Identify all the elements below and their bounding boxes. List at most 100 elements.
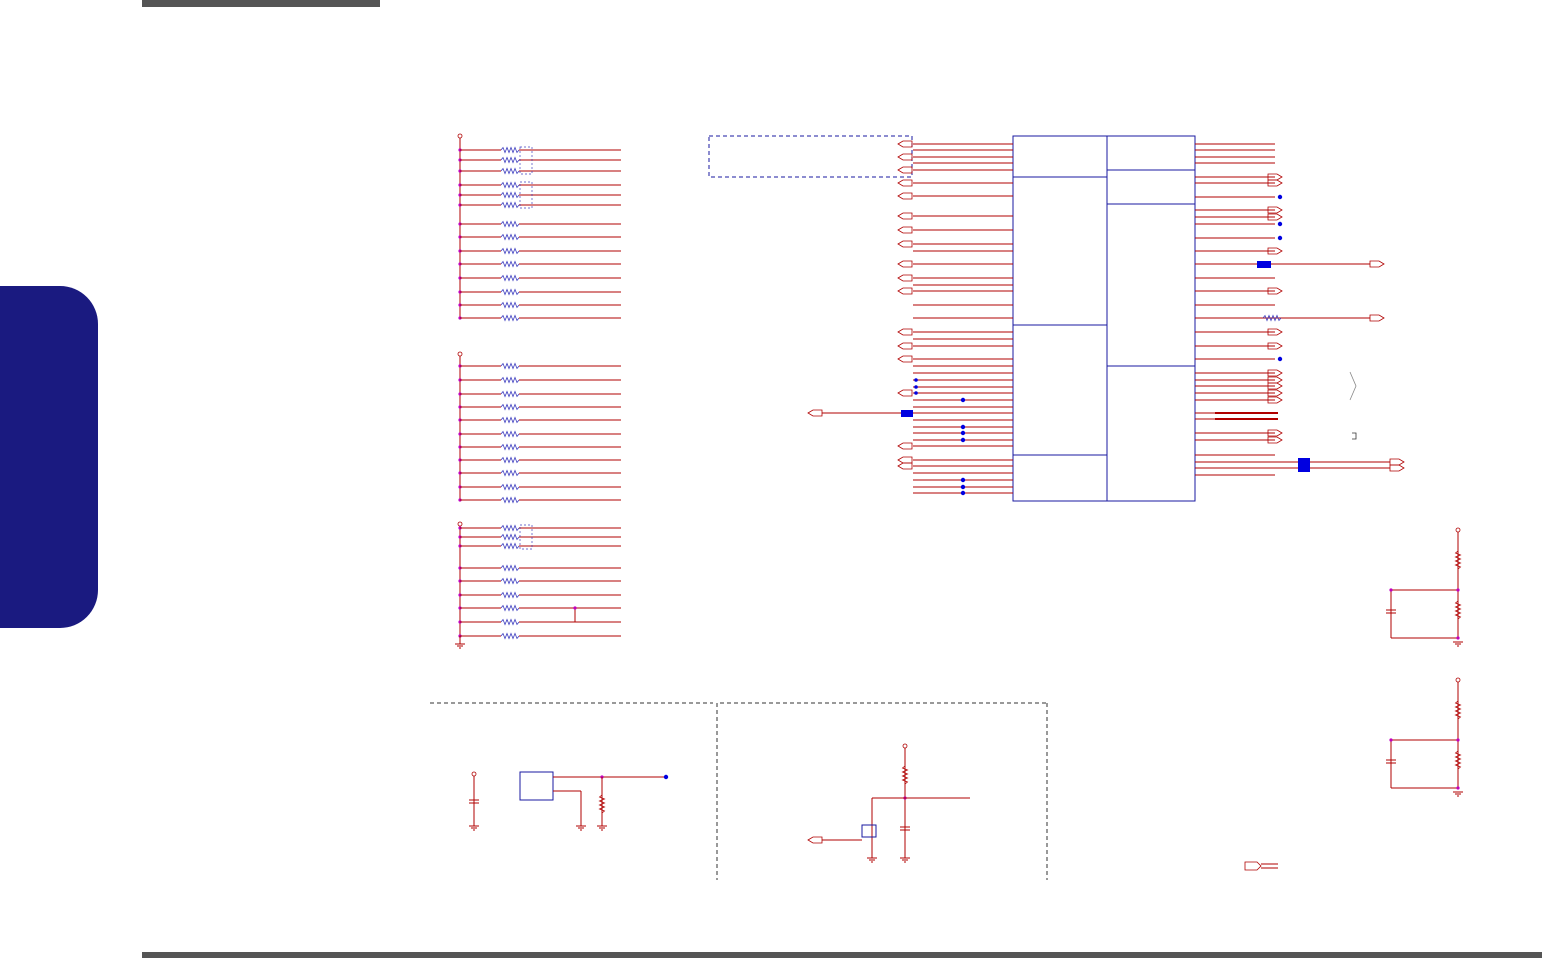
resistor: [1454, 750, 1462, 770]
power-pin: [457, 521, 463, 527]
resistor: [500, 167, 520, 175]
resistor: [500, 496, 520, 504]
mosfet-symbol: [861, 824, 877, 838]
net-flag: [897, 260, 913, 268]
resistor: [500, 416, 520, 424]
junction-dot: [573, 606, 577, 610]
resistor: [500, 233, 520, 241]
resistor: [500, 376, 520, 384]
resistor: [500, 288, 520, 296]
net-flag: [1389, 464, 1405, 472]
junction-dot: [960, 484, 966, 490]
net-flag: [897, 462, 913, 470]
net-flag: [897, 140, 913, 148]
voltage-regulator-section: [430, 702, 718, 880]
ic-body: [1012, 135, 1196, 502]
resistor: [500, 247, 520, 255]
net-flag: [897, 240, 913, 248]
resistor: [500, 469, 520, 477]
resistor: [500, 618, 520, 626]
resistor: [500, 314, 520, 322]
power-pin: [471, 771, 477, 777]
junction-dot: [1456, 636, 1460, 640]
power-pin: [902, 743, 908, 749]
net-flag: [807, 836, 823, 844]
net-flag: [1389, 458, 1405, 466]
mosfet-switch-section: [720, 702, 1048, 880]
resistor: [500, 577, 520, 585]
resistor: [500, 181, 520, 189]
resistor: [500, 456, 520, 464]
resistor: [500, 604, 520, 612]
net-flag: [897, 442, 913, 450]
net-flag: [807, 409, 823, 417]
junction-dot: [960, 424, 966, 430]
regulator-ic: [519, 771, 554, 801]
resistor: [500, 191, 520, 199]
junction-dot: [914, 378, 918, 382]
resistor: [500, 156, 520, 164]
junction-dot: [960, 397, 966, 403]
resistor: [500, 564, 520, 572]
pull-up-resistor-bank-2: [457, 351, 621, 504]
resistor: [500, 591, 520, 599]
resistor: [500, 483, 520, 491]
net-flag: [897, 166, 913, 174]
pull-up-resistor-bank-1: [457, 133, 621, 322]
schematic-diagram: [430, 133, 1463, 880]
net-flag: [1369, 260, 1385, 268]
net-flag: [1369, 314, 1385, 322]
junction-dot: [1456, 738, 1460, 742]
resistor: [500, 301, 520, 309]
net-flag: [897, 287, 913, 295]
resistor: [500, 274, 520, 282]
power-pin: [457, 351, 463, 357]
resistor: [500, 146, 520, 154]
net-flag: [897, 226, 913, 234]
junction-dot: [914, 385, 918, 389]
resistor: [500, 632, 520, 640]
pull-up-resistor-bank-3: [455, 521, 621, 649]
junction-dot: [960, 477, 966, 483]
net-flag: [897, 456, 913, 464]
net-flag: [897, 212, 913, 220]
resistor: [500, 362, 520, 370]
dashed-group: [708, 135, 913, 178]
resistor: [1262, 314, 1282, 322]
resistor: [901, 765, 909, 785]
junction-dot: [960, 430, 966, 436]
junction-dot: [663, 774, 669, 780]
power-pin: [1455, 677, 1461, 683]
resistor: [500, 403, 520, 411]
resistor: [500, 260, 520, 268]
junction-dot: [1277, 356, 1283, 362]
resistor-divider-2: [1386, 677, 1463, 797]
power-pin: [1455, 527, 1461, 533]
net-flag: [897, 192, 913, 200]
misc-connector: [1244, 861, 1278, 871]
resistor: [500, 533, 520, 541]
net-flag: [1244, 861, 1262, 871]
resistor: [1454, 700, 1462, 720]
series-component: [901, 410, 913, 417]
resistor: [500, 542, 520, 550]
resistor: [500, 390, 520, 398]
resistor-divider-1: [1386, 527, 1463, 647]
ic-right-nets: [1195, 143, 1405, 476]
ic-left-nets: [807, 140, 1013, 496]
net-flag: [897, 355, 913, 363]
net-flag: [897, 328, 913, 336]
net-flag: [897, 389, 913, 397]
resistor: [500, 524, 520, 532]
resistor: [1454, 550, 1462, 570]
junction-dot: [1277, 221, 1283, 227]
junction-dot: [914, 391, 918, 395]
net-flag: [897, 342, 913, 350]
resistor: [500, 201, 520, 209]
bracket: [1349, 371, 1357, 401]
series-component: [1257, 261, 1271, 268]
power-pin: [457, 133, 463, 139]
series-component: [1298, 458, 1310, 472]
junction-dot: [960, 437, 966, 443]
resistor: [1454, 600, 1462, 620]
